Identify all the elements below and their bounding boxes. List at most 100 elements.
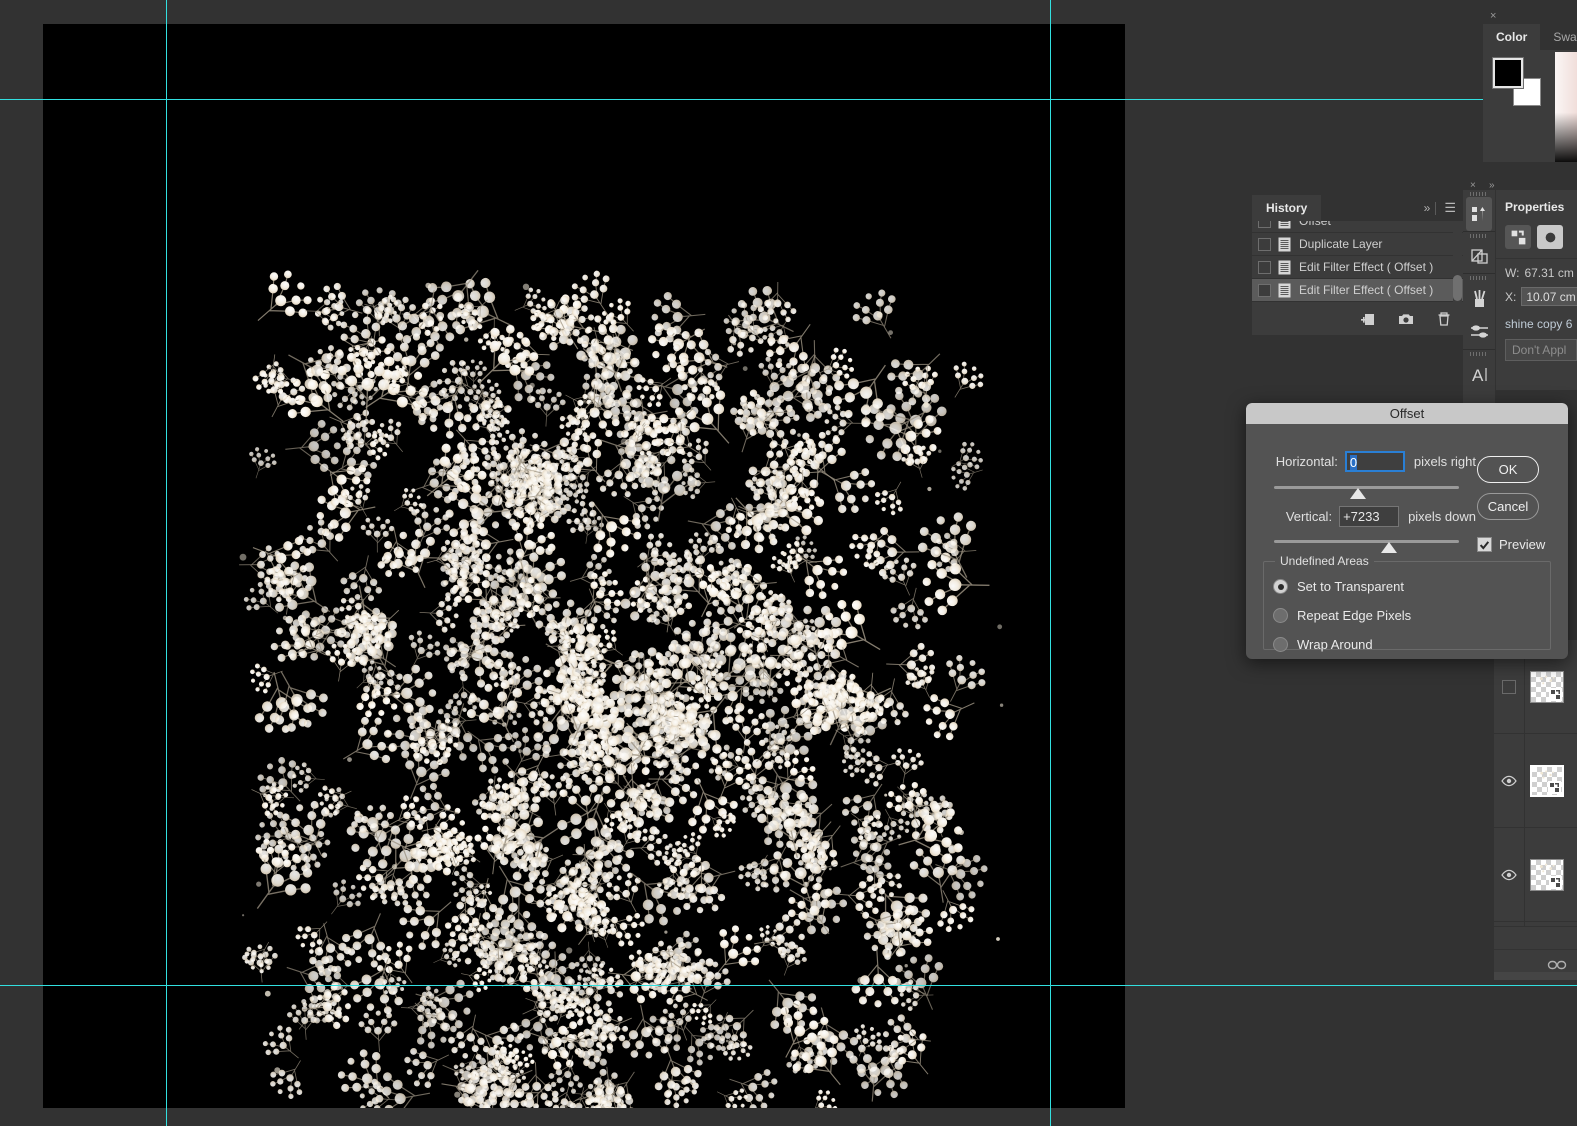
history-row-label: Edit Filter Effect ( Offset ) [1299, 260, 1434, 274]
history-tabbar: History » ☰ [1252, 195, 1464, 221]
layer-visibility-icon[interactable] [1501, 775, 1517, 787]
tab-swatches[interactable]: Swatc [1540, 24, 1577, 50]
panel-icon-rail: A ¶ [1463, 190, 1495, 426]
layer-thumbnail[interactable] [1529, 858, 1564, 891]
history-state-icon [1278, 260, 1291, 274]
panel-menu-icon[interactable]: ☰ [1436, 201, 1464, 214]
preview-row[interactable]: Preview [1477, 537, 1545, 552]
svg-text:A: A [1472, 366, 1484, 385]
adjustments-icon [1470, 248, 1488, 264]
layer-visibility-icon[interactable] [1501, 869, 1517, 881]
layer-thumbnail[interactable] [1529, 764, 1564, 797]
layer-visibility-empty[interactable] [1502, 679, 1516, 694]
color-panel-tabbar: Color Swatc [1483, 24, 1577, 50]
panel-grip[interactable] [1463, 232, 1495, 239]
dont-apply-button[interactable]: Don't Appl [1505, 339, 1577, 361]
radio-set-to-transparent[interactable]: Set to Transparent [1273, 579, 1404, 594]
rail-item-brushes[interactable] [1463, 281, 1495, 315]
history-row[interactable]: Duplicate Layer [1252, 233, 1464, 256]
horizontal-slider[interactable] [1274, 486, 1459, 489]
offset-dialog-body: Horizontal: 0 pixels right Vertical: +72… [1246, 424, 1568, 659]
scrollbar-thumb[interactable] [1453, 275, 1462, 301]
delete-icon[interactable] [1436, 311, 1452, 327]
layer-thumbnail[interactable] [1529, 670, 1564, 703]
panel-grip[interactable] [1463, 350, 1495, 357]
rail-group-brushes [1463, 274, 1495, 350]
panel-grip[interactable] [1463, 190, 1495, 197]
tab-history[interactable]: History [1252, 195, 1322, 221]
layer-visibility-cell[interactable] [1494, 775, 1524, 787]
history-snapshot-checkbox[interactable] [1258, 283, 1271, 297]
vertical-slider[interactable] [1274, 540, 1459, 543]
color-panel-closebar: × [1483, 10, 1577, 24]
history-row[interactable]: Edit Filter Effect ( Offset ) [1252, 256, 1464, 279]
brushes-icon [1473, 289, 1485, 307]
radio-repeat-edge-pixels[interactable]: Repeat Edge Pixels [1273, 608, 1411, 623]
smart-object-badge-icon [1548, 687, 1562, 701]
link-layers-icon[interactable] [1547, 958, 1567, 972]
new-document-from-state-icon[interactable] [1360, 311, 1376, 327]
layer-thumbnail-cell[interactable] [1524, 734, 1568, 827]
history-scrollbar[interactable] [1453, 222, 1462, 303]
layers-bottom-edge [1494, 972, 1577, 980]
foreground-color-swatch[interactable] [1492, 57, 1524, 89]
cancel-button[interactable]: Cancel [1477, 493, 1539, 520]
rail-item-adjustments[interactable] [1463, 239, 1495, 273]
layer-visibility-cell[interactable] [1494, 869, 1524, 881]
rail-item-character[interactable]: A [1463, 357, 1495, 391]
history-snapshot-checkbox[interactable] [1258, 221, 1271, 228]
history-row-label: Edit Filter Effect ( Offset ) [1299, 283, 1434, 297]
vertical-slider-thumb[interactable] [1381, 542, 1397, 553]
character-icon: A [1472, 366, 1487, 385]
radio-button[interactable] [1273, 579, 1288, 594]
offset-dialog-titlebar[interactable]: Offset [1246, 403, 1568, 424]
history-row[interactable]: Offset [1252, 221, 1464, 233]
preview-checkbox[interactable] [1477, 537, 1492, 552]
radio-button[interactable] [1273, 608, 1288, 623]
rail-item-brush-settings[interactable] [1463, 315, 1495, 349]
history-list[interactable]: Offset Duplicate Layer Edit Filter Effect … [1252, 221, 1464, 304]
properties-panel: Properties W: 67.31 cm X: 10.07 cm shine… [1496, 190, 1577, 390]
close-icon[interactable]: × [1490, 11, 1496, 22]
history-state-icon [1278, 237, 1291, 251]
tab-swatches-label: Swatc [1553, 30, 1577, 44]
photoshop-window: × Color Swatc History » ☰ [0, 0, 1577, 1126]
x-input[interactable]: 10.07 cm [1521, 287, 1577, 306]
radio-wrap-around[interactable]: Wrap Around [1273, 637, 1373, 652]
history-panel: History » ☰ Offset Duplicate Layer Edit Fi… [1252, 195, 1464, 335]
layers-rows [1494, 640, 1577, 974]
chevron-double-right-icon[interactable]: » [1418, 201, 1436, 215]
history-state-icon [1278, 221, 1291, 228]
radio-button[interactable] [1273, 637, 1288, 652]
transform-mode-button[interactable] [1505, 225, 1531, 249]
rail-item-transform-properties[interactable] [1466, 197, 1492, 231]
brush-settings-icon [1470, 324, 1488, 338]
vertical-input[interactable]: +7233 [1339, 506, 1400, 527]
layer-row[interactable] [1494, 828, 1577, 922]
color-ramp[interactable] [1555, 52, 1577, 162]
offset-dialog-title: Offset [1389, 406, 1425, 421]
history-snapshot-checkbox[interactable] [1258, 237, 1271, 251]
layers-panel [1494, 640, 1577, 980]
document-canvas[interactable] [43, 24, 1125, 1108]
vertical-row: Vertical: +7233 pixels down [1246, 506, 1476, 527]
horizontal-slider-thumb[interactable] [1350, 488, 1366, 499]
history-row[interactable]: Edit Filter Effect ( Offset ) [1252, 279, 1464, 302]
horizontal-unit-label: pixels right [1413, 454, 1476, 469]
layer-row[interactable] [1494, 734, 1577, 828]
rail-group-properties [1463, 190, 1495, 232]
horizontal-row: Horizontal: 0 pixels right [1246, 451, 1476, 472]
smart-object-badge-icon [1547, 780, 1561, 794]
horizontal-input[interactable]: 0 [1344, 451, 1405, 472]
mask-mode-button[interactable] [1537, 225, 1563, 249]
layer-thumbnail-cell[interactable] [1524, 828, 1568, 921]
checkmark-icon [1479, 540, 1489, 550]
tab-color[interactable]: Color [1483, 24, 1541, 50]
new-snapshot-icon[interactable] [1398, 311, 1414, 327]
history-snapshot-checkbox[interactable] [1258, 260, 1271, 274]
layers-footer [1494, 926, 1577, 980]
layer-visibility-cell[interactable] [1494, 679, 1524, 694]
ok-button[interactable]: OK [1477, 456, 1539, 483]
vertical-unit-label: pixels down [1408, 509, 1476, 524]
panel-grip[interactable] [1463, 274, 1495, 281]
